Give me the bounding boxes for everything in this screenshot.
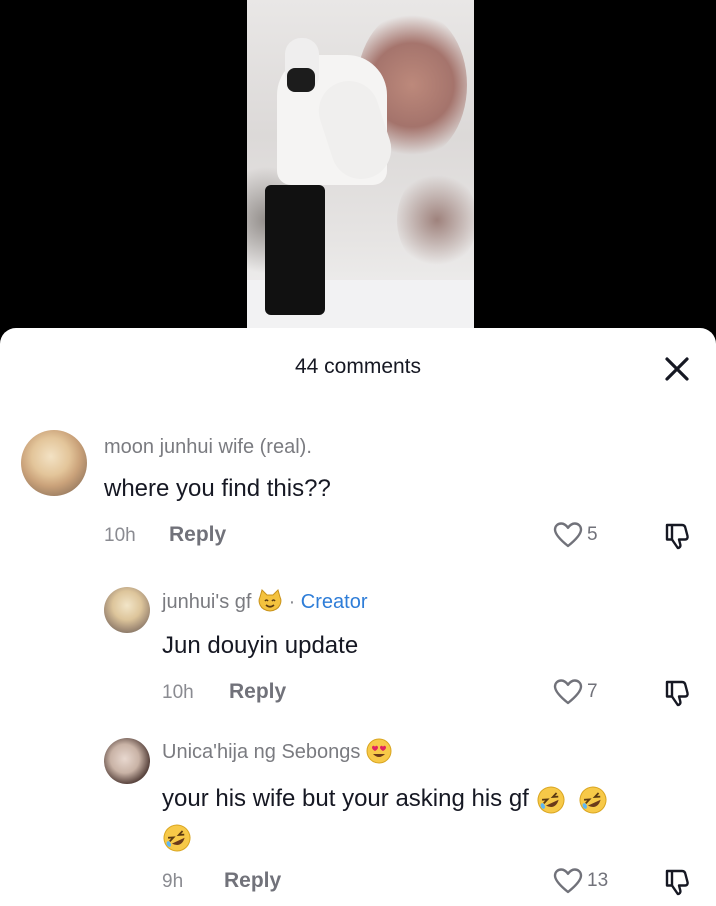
rolling-laughing-face-icon (537, 786, 565, 814)
like-count: 13 (587, 870, 609, 891)
reply-item: Unica'hija ng Sebongs your his wife but … (0, 328, 716, 906)
comment-username[interactable]: Unica'hija ng Sebongs (162, 738, 392, 764)
snowy-tree (397, 170, 474, 270)
video-thumbnail[interactable] (247, 0, 474, 340)
comment-text: your his wife but your asking his gf (162, 780, 702, 856)
heart-outline-icon (553, 868, 583, 894)
comment-time: 9h (162, 871, 184, 892)
rolling-laughing-face-icon (579, 786, 607, 814)
reply-button[interactable]: Reply (224, 869, 281, 893)
comments-sheet: 44 comments moon junhui wife (real). whe… (0, 328, 716, 906)
video-background[interactable] (0, 0, 716, 340)
comment-text-body: your his wife but your asking his gf (162, 785, 529, 812)
person-legs (265, 185, 325, 315)
like-button[interactable]: 13 (553, 867, 608, 895)
username-text: Unica'hija ng Sebongs (162, 741, 361, 763)
person-mask (287, 68, 315, 92)
rolling-laughing-face-icon (163, 824, 191, 852)
avatar[interactable] (104, 738, 150, 784)
heart-eyes-face-icon (366, 738, 392, 764)
thumbs-down-outline-icon[interactable] (662, 867, 692, 897)
